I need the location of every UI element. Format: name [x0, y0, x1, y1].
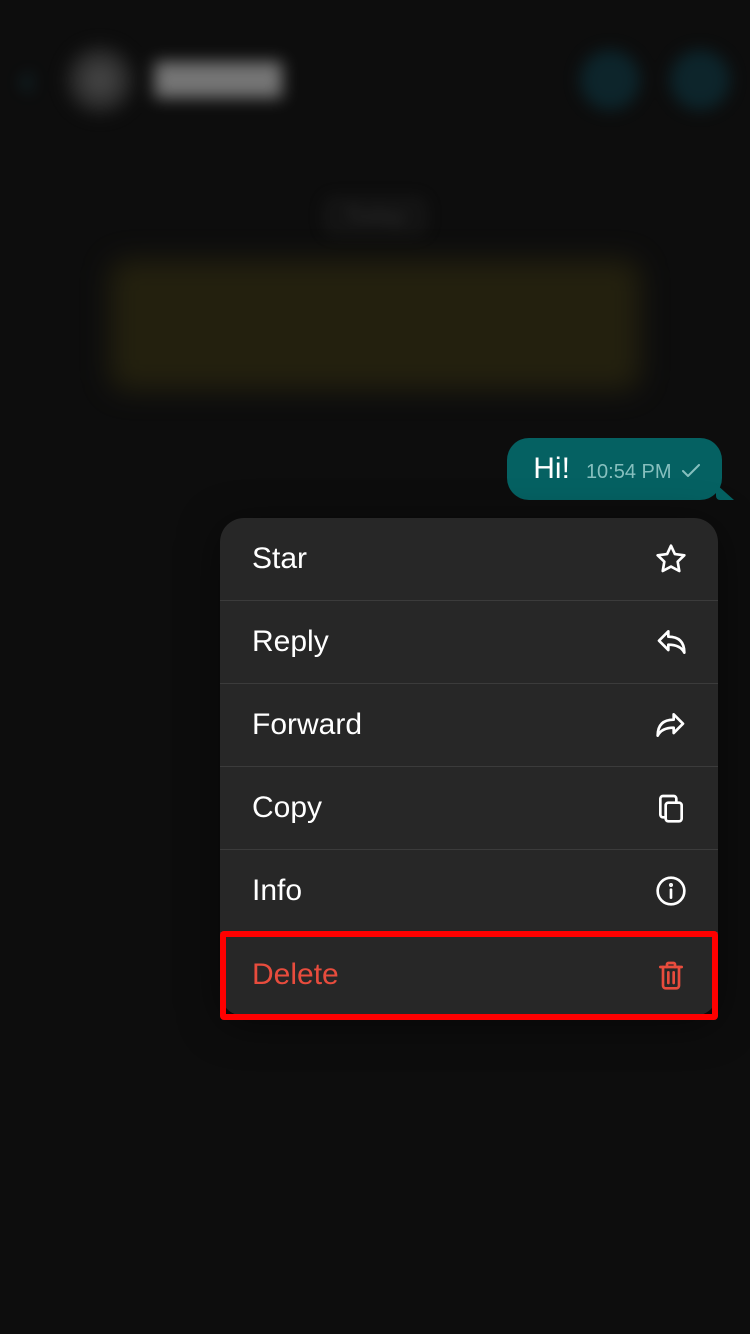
video-call-icon [580, 50, 640, 110]
menu-label-reply: Reply [252, 625, 329, 659]
outgoing-message-bubble[interactable]: Hi! 10:54 PM [507, 438, 722, 500]
menu-item-info[interactable]: Info [220, 850, 718, 933]
avatar [65, 45, 135, 115]
bubble-tail [716, 484, 734, 500]
chat-header-blurred: ‹ ██████ [0, 30, 750, 130]
menu-label-forward: Forward [252, 708, 362, 742]
message-context-menu: Star Reply Forward Copy Info Delete [220, 518, 718, 1016]
forward-icon [654, 708, 688, 742]
message-timestamp: 10:54 PM [586, 461, 672, 483]
voice-call-icon [670, 50, 730, 110]
contact-name-blurred: ██████ [155, 63, 283, 97]
date-separator: Today [322, 195, 429, 237]
trash-icon [654, 958, 688, 992]
menu-item-copy[interactable]: Copy [220, 767, 718, 850]
copy-icon [654, 791, 688, 825]
menu-item-star[interactable]: Star [220, 518, 718, 601]
menu-label-delete: Delete [252, 958, 339, 992]
back-icon: ‹ [20, 55, 35, 105]
header-actions-blurred [580, 50, 730, 110]
menu-item-reply[interactable]: Reply [220, 601, 718, 684]
menu-label-info: Info [252, 874, 302, 908]
message-text: Hi! [533, 452, 570, 486]
encryption-notice-blurred [110, 260, 640, 390]
star-icon [654, 542, 688, 576]
sent-check-icon [682, 464, 700, 483]
reply-icon [654, 625, 688, 659]
menu-label-copy: Copy [252, 791, 322, 825]
menu-item-forward[interactable]: Forward [220, 684, 718, 767]
menu-label-star: Star [252, 542, 307, 576]
info-icon [654, 874, 688, 908]
menu-item-delete[interactable]: Delete [220, 933, 718, 1016]
